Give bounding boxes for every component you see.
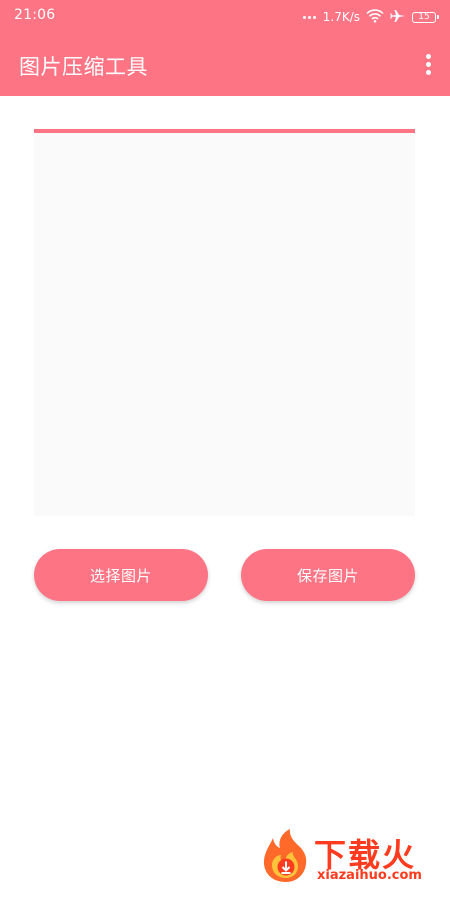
flame-logo-icon bbox=[260, 828, 312, 884]
battery-icon: 15 bbox=[412, 11, 439, 23]
airplane-icon bbox=[390, 9, 406, 26]
save-image-button[interactable]: 保存图片 bbox=[241, 549, 415, 601]
watermark: 下载火 xiazaihuo.com bbox=[260, 828, 442, 888]
top-region: 21:06 1.7K/s 15 图片压缩工具 bbox=[0, 0, 450, 96]
network-speed: 1.7K/s bbox=[322, 10, 360, 24]
preview-accent-line bbox=[34, 129, 415, 133]
status-bar: 21:06 1.7K/s 15 bbox=[0, 0, 450, 34]
watermark-domain: xiazaihuo.com bbox=[317, 868, 422, 883]
status-time: 21:06 bbox=[14, 7, 56, 23]
select-image-button[interactable]: 选择图片 bbox=[34, 549, 208, 601]
overflow-menu-icon[interactable] bbox=[418, 51, 438, 77]
image-preview-area bbox=[34, 129, 415, 516]
more-dots-icon bbox=[302, 15, 316, 19]
status-indicators: 1.7K/s 15 bbox=[302, 8, 439, 26]
page-title: 图片压缩工具 bbox=[19, 55, 148, 79]
app-bar: 图片压缩工具 bbox=[0, 34, 450, 96]
wifi-icon bbox=[366, 8, 384, 26]
